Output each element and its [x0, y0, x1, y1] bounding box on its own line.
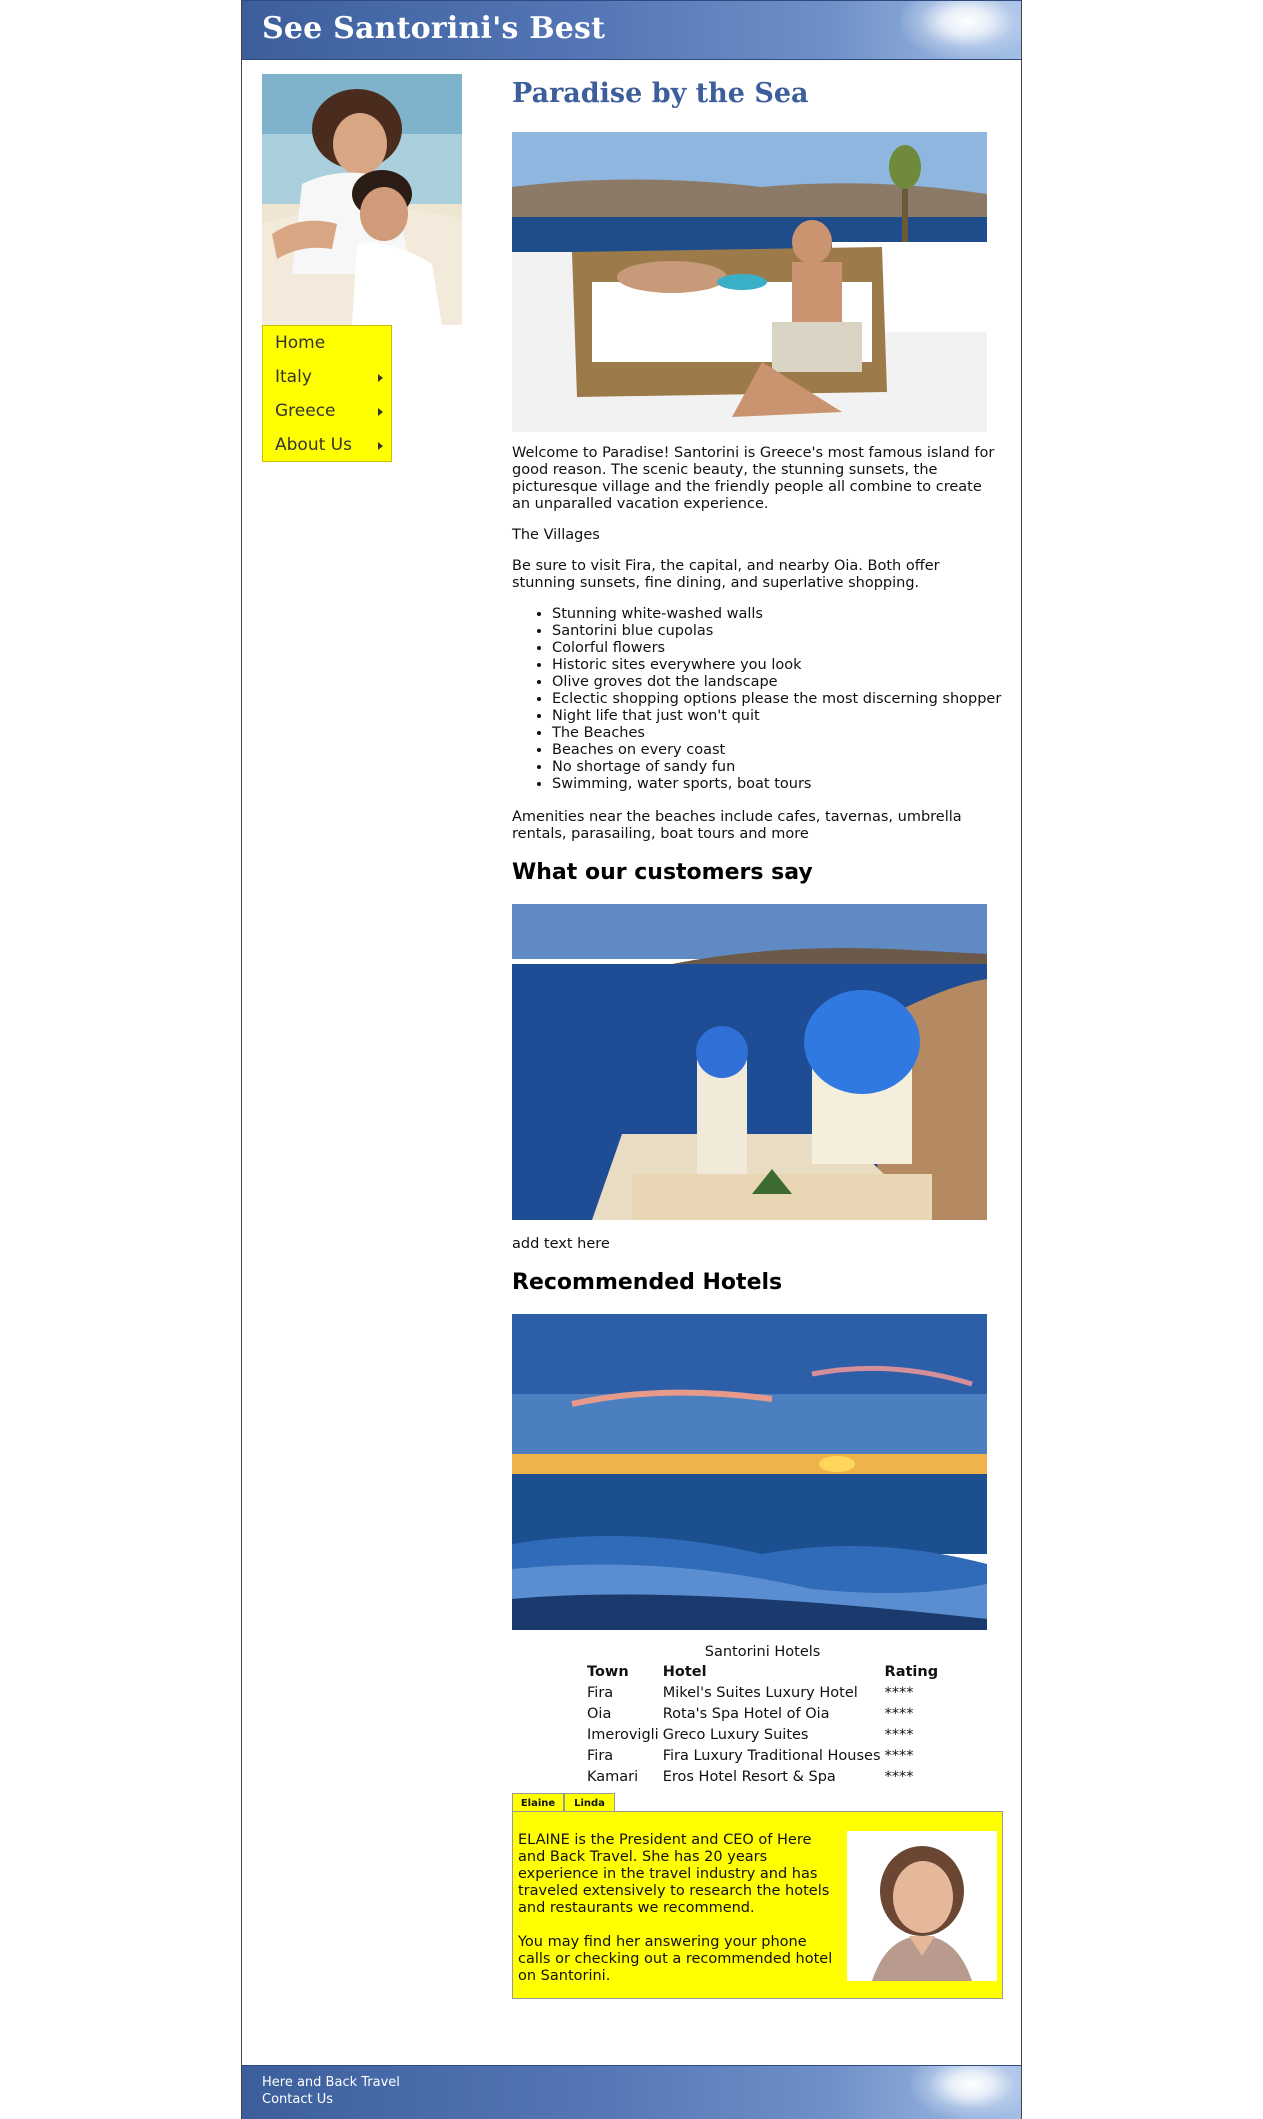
list-item: Historic sites everywhere you look	[552, 657, 1001, 674]
oia-domes-photo	[512, 904, 987, 1220]
bio-paragraph-2: You may find her answering your phone ca…	[518, 1934, 833, 1984]
customers-heading: What our customers say	[512, 860, 813, 885]
cell-hotel: Greco Luxury Suites	[662, 1726, 809, 1743]
page-title: Paradise by the Sea	[512, 78, 809, 109]
menu-item-about-us[interactable]: About Us	[263, 428, 391, 462]
menu-item-label: Greece	[275, 401, 336, 421]
menu-item-label: Home	[275, 333, 326, 353]
menu-item-greece[interactable]: Greece	[263, 394, 391, 428]
list-item: The Beaches	[552, 725, 1001, 742]
cell-rating: ****	[884, 1726, 914, 1743]
menu-item-italy[interactable]: Italy	[263, 360, 391, 394]
tab-elaine[interactable]: Elaine	[512, 1793, 564, 1812]
submenu-arrow-icon	[378, 442, 383, 450]
cell-rating: ****	[884, 1684, 914, 1701]
footer-link-home[interactable]: Here and Back Travel	[262, 2075, 400, 2090]
table-row: Oia Rota's Spa Hotel of Oia ****	[585, 1703, 940, 1724]
site-header: See Santorini's Best	[242, 0, 1021, 60]
cell-hotel: Fira Luxury Traditional Houses	[662, 1747, 881, 1764]
cell-town: Fira	[587, 1684, 614, 1701]
site-footer: Here and Back Travel Contact Us	[242, 2065, 1021, 2119]
menu-item-label: Italy	[275, 367, 312, 387]
list-item: Olive groves dot the landscape	[552, 674, 1001, 691]
site-title: See Santorini's Best	[262, 11, 606, 46]
cell-town: Fira	[587, 1747, 614, 1764]
villages-heading: The Villages	[512, 527, 600, 543]
table-caption: Santorini Hotels	[704, 1644, 821, 1660]
cell-hotel: Rota's Spa Hotel of Oia	[662, 1705, 830, 1722]
page-container: See Santorini's Best Home Italy Greece A…	[241, 0, 1022, 2119]
table-row: Imerovigli Greco Luxury Suites ****	[585, 1724, 940, 1745]
hotels-table: Santorini Hotels Town Hotel Rating Fira …	[585, 1644, 940, 1787]
column-header-town: Town	[587, 1663, 629, 1680]
list-item: Night life that just won't quit	[552, 708, 1001, 725]
sunset-sea-photo	[512, 1314, 987, 1630]
footer-link-contact[interactable]: Contact Us	[262, 2092, 333, 2107]
cell-town: Oia	[587, 1705, 612, 1722]
bio-paragraph: ELAINE is the President and CEO of Here …	[518, 1832, 830, 1916]
couple-photo	[262, 74, 462, 325]
submenu-arrow-icon	[378, 408, 383, 416]
cloud-decoration	[901, 1, 1021, 59]
list-item: Swimming, water sports, boat tours	[552, 776, 1001, 793]
cell-rating: ****	[884, 1705, 914, 1722]
submenu-arrow-icon	[378, 374, 383, 382]
cell-rating: ****	[884, 1768, 914, 1785]
intro-paragraph: Welcome to Paradise! Santorini is Greece…	[512, 445, 995, 512]
table-row: Fira Fira Luxury Traditional Houses ****	[585, 1745, 940, 1766]
cell-town: Imerovigli	[587, 1726, 659, 1743]
column-header-hotel: Hotel	[662, 1663, 707, 1680]
list-item: Beaches on every coast	[552, 742, 1001, 759]
cell-rating: ****	[884, 1747, 914, 1764]
table-row: Fira Mikel's Suites Luxury Hotel ****	[585, 1682, 940, 1703]
cloud-decoration	[911, 2066, 1021, 2119]
couple-rooftop-photo	[512, 132, 987, 432]
list-item: Eclectic shopping options please the mos…	[552, 691, 1001, 708]
team-tabs: Elaine Linda ELAINE is the President and…	[512, 1793, 1003, 2001]
list-item: Stunning white-washed walls	[552, 606, 1001, 623]
customers-text: add text here	[512, 1236, 610, 1252]
hotels-heading: Recommended Hotels	[512, 1270, 783, 1295]
table-header-row: Town Hotel Rating	[585, 1661, 940, 1682]
list-item: Santorini blue cupolas	[552, 623, 1001, 640]
side-menu: Home Italy Greece About Us	[262, 325, 392, 462]
menu-item-home[interactable]: Home	[263, 326, 391, 360]
villages-paragraph: Be sure to visit Fira, the capital, and …	[512, 558, 940, 591]
column-header-rating: Rating	[884, 1663, 939, 1680]
tab-panel-elaine: ELAINE is the President and CEO of Here …	[512, 1811, 1003, 1999]
cell-town: Kamari	[587, 1768, 639, 1785]
elaine-portrait	[847, 1831, 997, 1981]
cell-hotel: Mikel's Suites Luxury Hotel	[662, 1684, 858, 1701]
features-list: Stunning white-washed walls Santorini bl…	[512, 606, 1001, 793]
amenities-paragraph: Amenities near the beaches include cafes…	[512, 809, 962, 842]
cell-hotel: Eros Hotel Resort & Spa	[662, 1768, 836, 1785]
list-item: No shortage of sandy fun	[552, 759, 1001, 776]
table-row: Kamari Eros Hotel Resort & Spa ****	[585, 1766, 940, 1787]
tab-linda[interactable]: Linda	[564, 1793, 615, 1812]
list-item: Colorful flowers	[552, 640, 1001, 657]
menu-item-label: About Us	[275, 435, 352, 455]
